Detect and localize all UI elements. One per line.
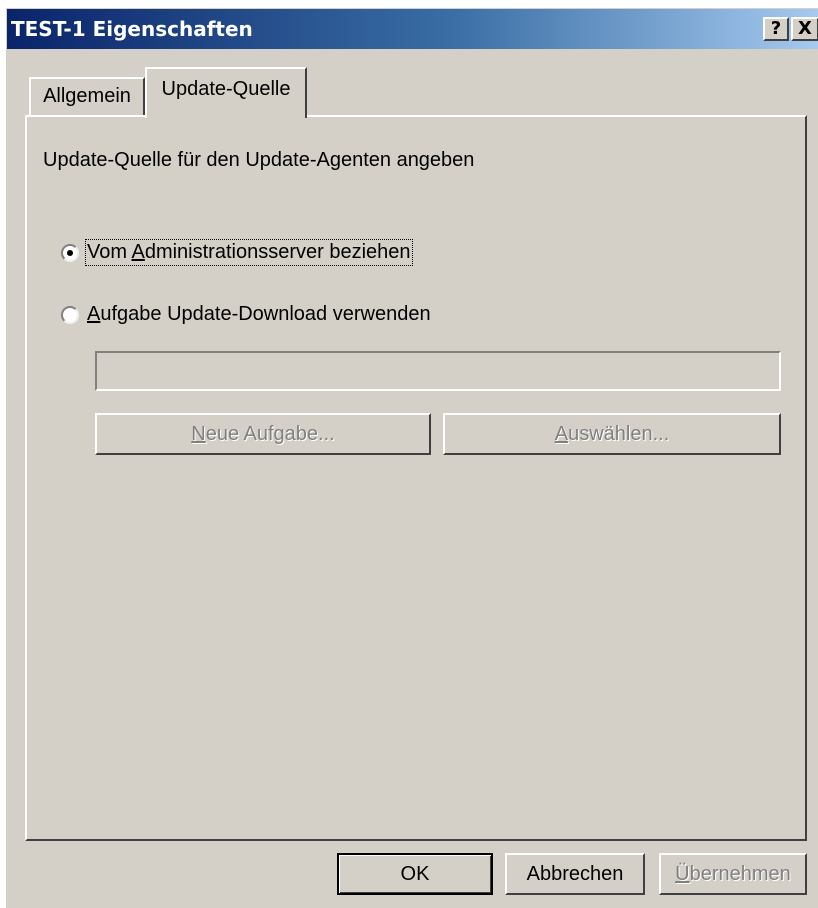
ok-button[interactable]: OK xyxy=(337,853,493,895)
tab-allgemein-label: Allgemein xyxy=(43,85,131,107)
task-field[interactable] xyxy=(95,351,781,391)
tab-panel: Update-Quelle für den Update-Agenten ang… xyxy=(25,115,807,841)
window-title: TEST-1 Eigenschaften xyxy=(11,17,253,41)
close-button[interactable]: X xyxy=(791,17,818,41)
option-update-download-task[interactable]: Aufgabe Update-Download verwenden xyxy=(61,303,431,326)
radio-selected-dot xyxy=(67,249,73,256)
select-button[interactable]: Auswählen... xyxy=(443,413,781,455)
tab-allgemein[interactable]: Allgemein xyxy=(29,77,145,115)
radio-admin-server[interactable] xyxy=(61,243,79,262)
radio-update-download-task[interactable] xyxy=(61,305,79,324)
select-button-label: Auswählen... xyxy=(554,423,670,445)
apply-button[interactable]: Übernehmen xyxy=(659,853,807,895)
panel-heading: Update-Quelle für den Update-Agenten ang… xyxy=(43,149,475,171)
properties-dialog: TEST-1 Eigenschaften ? X Allgemein Updat… xyxy=(6,8,818,908)
cancel-button[interactable]: Abbrechen xyxy=(505,853,645,895)
new-task-button-label: Neue Aufgabe... xyxy=(191,423,335,445)
apply-button-label: Übernehmen xyxy=(675,863,791,885)
tab-update-quelle[interactable]: Update-Quelle xyxy=(145,67,307,118)
option-update-download-label: Aufgabe Update-Download verwenden xyxy=(87,303,431,325)
option-admin-server-label: Vom Administrationsserver beziehen xyxy=(85,239,413,266)
cancel-button-label: Abbrechen xyxy=(526,863,624,885)
help-icon: ? xyxy=(770,18,782,39)
help-button[interactable]: ? xyxy=(763,17,789,41)
ok-button-label: OK xyxy=(400,863,430,885)
title-bar[interactable]: TEST-1 Eigenschaften ? X xyxy=(7,9,818,49)
new-task-button[interactable]: Neue Aufgabe... xyxy=(95,413,431,455)
option-admin-server[interactable]: Vom Administrationsserver beziehen xyxy=(61,239,413,266)
close-icon: X xyxy=(798,18,812,39)
tab-update-quelle-label: Update-Quelle xyxy=(161,78,291,100)
